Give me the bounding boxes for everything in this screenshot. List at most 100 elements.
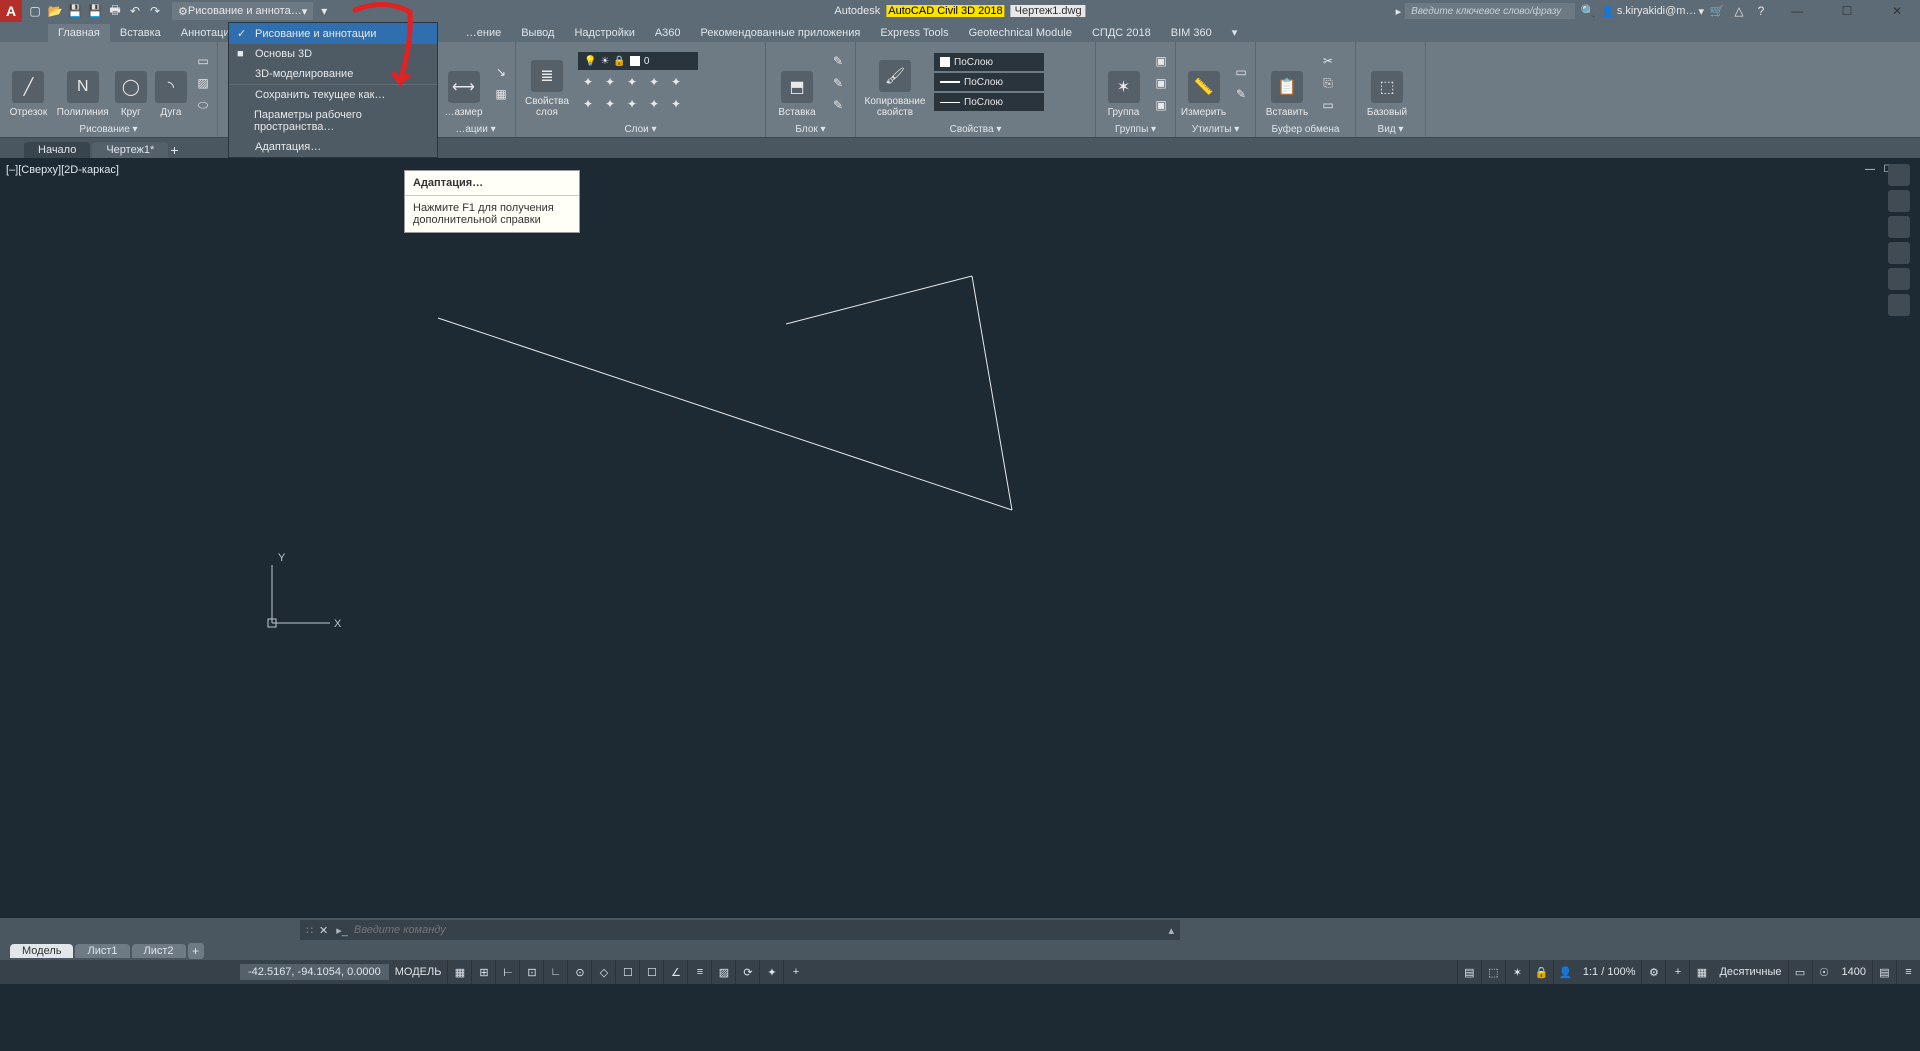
measure-button[interactable]: 📏Измерить: [1180, 48, 1227, 118]
layer-tool-7[interactable]: ✦: [600, 94, 620, 114]
tab-obscured[interactable]: …ение: [456, 24, 511, 42]
search-icon[interactable]: 🔍: [1579, 2, 1597, 20]
quick-props-icon[interactable]: ▤: [1457, 960, 1481, 984]
tab-spds[interactable]: СПДС 2018: [1082, 24, 1161, 42]
paste-button[interactable]: 📋Вставить: [1260, 48, 1314, 118]
help-icon[interactable]: ?: [1752, 2, 1770, 20]
panel-clip-title[interactable]: Буфер обмена: [1260, 122, 1351, 137]
tab-home[interactable]: Главная: [48, 24, 110, 42]
ws-item-3d-basics[interactable]: ■Основы 3D: [229, 44, 437, 64]
grid-toggle-icon[interactable]: ▦: [447, 960, 471, 984]
units-display[interactable]: Десятичные: [1713, 966, 1787, 978]
copy-icon[interactable]: ⎘: [1318, 73, 1338, 93]
otrack-toggle-icon[interactable]: ∠: [663, 960, 687, 984]
group-tool-3[interactable]: ▣: [1151, 95, 1171, 115]
ws-item-3d-modeling[interactable]: 3D-моделирование: [229, 64, 437, 84]
gizmo-icon[interactable]: ✦: [759, 960, 783, 984]
layer-tool-2[interactable]: ✦: [600, 72, 620, 92]
view-minimize-icon[interactable]: —: [1862, 162, 1878, 176]
annotation-visibility-icon[interactable]: ✶: [1505, 960, 1529, 984]
workspace-dropdown[interactable]: ⚙ Рисование и аннота… ▾: [172, 2, 313, 20]
isolate-icon[interactable]: ☉: [1812, 960, 1836, 984]
lineweight-dropdown[interactable]: ПоСлою: [934, 73, 1044, 91]
new-icon[interactable]: ▢: [26, 2, 44, 20]
orbit-icon[interactable]: [1888, 268, 1910, 290]
group-tool-2[interactable]: ▣: [1151, 73, 1171, 93]
tab-start[interactable]: Начало: [24, 142, 90, 158]
infer-toggle-icon[interactable]: ⊢: [495, 960, 519, 984]
search-input[interactable]: Введите ключевое слово/фразу: [1405, 3, 1575, 19]
block-tool-2[interactable]: ✎: [828, 73, 848, 93]
num-display[interactable]: 1400: [1836, 966, 1872, 978]
group-tool-1[interactable]: ▣: [1151, 51, 1171, 71]
transparency-icon[interactable]: ▨: [711, 960, 735, 984]
ellipse-icon[interactable]: ⬭: [193, 95, 213, 115]
layer-tool-4[interactable]: ✦: [644, 72, 664, 92]
user-account[interactable]: 👤 s.kiryakidi@m… ▾: [1601, 5, 1704, 18]
app-logo[interactable]: A: [0, 0, 22, 22]
panel-draw-title[interactable]: Рисование ▾: [4, 122, 213, 137]
tab-bim360[interactable]: BIM 360: [1161, 24, 1222, 42]
panel-groups-title[interactable]: Группы ▾: [1100, 122, 1171, 137]
tab-geotech[interactable]: Geotechnical Module: [959, 24, 1082, 42]
command-input[interactable]: [354, 924, 1169, 936]
layer-tool-6[interactable]: ✦: [578, 94, 598, 114]
layer-tool-5[interactable]: ✦: [666, 72, 686, 92]
undo-icon[interactable]: ↶: [126, 2, 144, 20]
polar-toggle-icon[interactable]: ⊙: [567, 960, 591, 984]
osnap-toggle-icon[interactable]: ☐: [615, 960, 639, 984]
circle-button[interactable]: ◯Круг: [113, 48, 149, 118]
line-button[interactable]: ╱Отрезок: [4, 48, 53, 118]
close-button[interactable]: ✕: [1874, 0, 1920, 22]
annotation-scale-icon[interactable]: 👤: [1553, 960, 1577, 984]
insert-block-button[interactable]: ⬒Вставка: [770, 48, 824, 118]
clean-screen-icon[interactable]: ▭: [1788, 960, 1812, 984]
clip-tool[interactable]: ▭: [1318, 95, 1338, 115]
iso-toggle-icon[interactable]: ◇: [591, 960, 615, 984]
panel-props-title[interactable]: Свойства ▾: [860, 122, 1091, 137]
gear-status-icon[interactable]: ⚙: [1641, 960, 1665, 984]
save-icon[interactable]: 💾: [66, 2, 84, 20]
tab-drawing1[interactable]: Чертеж1*: [92, 142, 168, 158]
ws-item-settings[interactable]: Параметры рабочего пространства…: [229, 105, 437, 137]
customize-status-icon[interactable]: ▤: [1872, 960, 1896, 984]
tab-insert[interactable]: Вставка: [110, 24, 171, 42]
arc-button[interactable]: ◝Дуга: [153, 48, 189, 118]
panel-util-title[interactable]: Утилиты ▾: [1180, 122, 1251, 137]
drawing-area[interactable]: [–][Сверху][2D-каркас] — ☐ ✕ Y X: [0, 158, 1920, 918]
print-icon[interactable]: 🖶: [106, 2, 124, 20]
snap-toggle-icon[interactable]: ⊞: [471, 960, 495, 984]
layer-tool-3[interactable]: ✦: [622, 72, 642, 92]
leader-icon[interactable]: ↘: [491, 62, 511, 82]
base-view-button[interactable]: ⬚Базовый: [1360, 48, 1414, 118]
dynamic-input-icon[interactable]: ⊡: [519, 960, 543, 984]
qat-more-icon[interactable]: ▾: [315, 2, 333, 20]
exchange-icon[interactable]: 🛒: [1708, 2, 1726, 20]
dimension-button[interactable]: ⟷…азмер: [440, 48, 487, 118]
tab-express[interactable]: Express Tools: [870, 24, 958, 42]
a360-icon[interactable]: △: [1730, 2, 1748, 20]
cmd-close-icon[interactable]: ✕: [319, 924, 328, 937]
block-tool-3[interactable]: ✎: [828, 95, 848, 115]
minimize-button[interactable]: —: [1774, 0, 1820, 22]
tab-recommended[interactable]: Рекомендованные приложения: [691, 24, 871, 42]
block-tool-1[interactable]: ✎: [828, 51, 848, 71]
cmd-chevron-icon[interactable]: ▸_: [336, 924, 348, 937]
hatch-icon[interactable]: ▨: [193, 73, 213, 93]
panel-dim-title[interactable]: …ации ▾: [440, 122, 511, 137]
table-icon[interactable]: ▦: [491, 84, 511, 104]
showmotion-icon[interactable]: [1888, 294, 1910, 316]
cmd-expand-icon[interactable]: ▴: [1168, 924, 1174, 937]
layout-model[interactable]: Модель: [10, 944, 73, 958]
space-indicator[interactable]: МОДЕЛЬ: [389, 966, 448, 978]
layout-sheet1[interactable]: Лист1: [75, 944, 129, 958]
3dosnap-icon[interactable]: ☐: [639, 960, 663, 984]
ortho-toggle-icon[interactable]: ∟: [543, 960, 567, 984]
selection-cycling-icon[interactable]: ⟳: [735, 960, 759, 984]
annotation-monitor-icon[interactable]: +: [783, 960, 807, 984]
tab-output[interactable]: Вывод: [511, 24, 564, 42]
pan-icon[interactable]: [1888, 216, 1910, 238]
autoscale-icon[interactable]: 🔒: [1529, 960, 1553, 984]
status-menu-icon[interactable]: ≡: [1896, 960, 1920, 984]
search-caret-icon[interactable]: ▸: [1396, 5, 1402, 18]
